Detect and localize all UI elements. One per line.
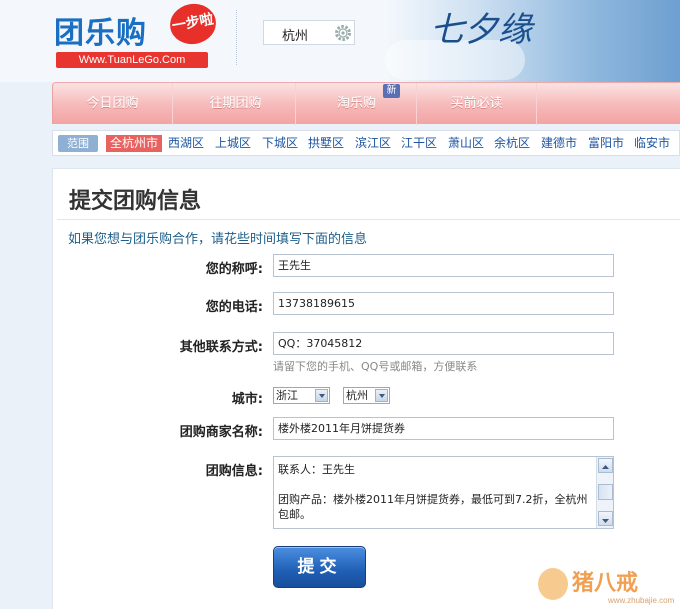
merchant-label: 团购商家名称: [179, 425, 263, 440]
logo-text: 团乐购 [54, 16, 147, 51]
name-field[interactable]: 王先生 [273, 254, 614, 277]
district-item[interactable]: 西湖区 [168, 135, 204, 152]
district-item[interactable]: 滨江区 [355, 135, 391, 152]
city-switcher[interactable]: 杭州 [263, 20, 355, 45]
district-item[interactable]: 江干区 [401, 135, 437, 152]
info-label: 团购信息: [205, 464, 263, 479]
group-buy-info-textarea[interactable]: 联系人：王先生 团购产品：楼外楼2011年月饼提货券，最低可到7.2折，全杭州包… [273, 456, 614, 529]
title-divider [57, 219, 680, 220]
district-item[interactable]: 萧山区 [448, 135, 484, 152]
district-item[interactable]: 余杭区 [494, 135, 530, 152]
district-item[interactable]: 拱墅区 [308, 135, 344, 152]
banner-title: 七夕缘 [430, 10, 532, 50]
pig-mascot-icon [538, 568, 568, 600]
chevron-down-icon [375, 389, 388, 402]
nav-item-guide[interactable]: 买前必读 [417, 83, 537, 125]
name-label: 您的称呼: [205, 262, 263, 277]
city-select-value: 杭州 [346, 389, 368, 402]
watermark-url: www.zhubajie.com [608, 596, 675, 605]
nav-item-today[interactable]: 今日团购 [53, 83, 173, 125]
district-item[interactable]: 下城区 [262, 135, 298, 152]
header-divider [236, 10, 237, 65]
site-header: 团乐购 一步啦 Www.TuanLeGo.Com 杭州 七夕缘 [0, 0, 680, 82]
submit-form-panel: 提交团购信息 如果您想与团乐购合作，请花些时间填写下面的信息 您的称呼: 王先生… [52, 168, 680, 609]
main-nav: 今日团购 往期团购 淘乐购 新 买前必读 [52, 82, 680, 125]
district-item[interactable]: 上城区 [215, 135, 251, 152]
info-line-product: 团购产品：楼外楼2011年月饼提货券，最低可到7.2折，全杭州包邮。 [278, 493, 588, 521]
submit-button[interactable]: 提交 [273, 546, 366, 588]
province-select[interactable]: 浙江 [273, 387, 330, 404]
logo-url: Www.TuanLeGo.Com [56, 52, 208, 68]
site-logo[interactable]: 团乐购 一步啦 Www.TuanLeGo.Com [52, 0, 220, 68]
logo-badge: 一步啦 [166, 0, 220, 48]
contact-label: 其他联系方式: [179, 340, 263, 355]
city-label: 城市: [231, 392, 263, 407]
contact-field[interactable]: QQ：37045812 [273, 332, 614, 355]
info-line-contact: 联系人：王先生 [278, 463, 355, 476]
phone-label: 您的电话: [205, 300, 263, 315]
scrollbar-thumb[interactable] [598, 484, 613, 500]
district-item-all[interactable]: 全杭州市 [106, 135, 163, 152]
new-badge: 新 [383, 84, 400, 98]
city-select[interactable]: 杭州 [343, 387, 390, 404]
chevron-down-icon [315, 389, 328, 402]
province-select-value: 浙江 [276, 389, 298, 402]
site-watermark: 猪八戒 www.zhubajie.com [538, 562, 680, 609]
watermark-text: 猪八戒 [572, 570, 639, 596]
textarea-scrollbar[interactable] [596, 457, 613, 528]
scroll-up-icon[interactable] [598, 458, 613, 473]
contact-hint: 请留下您的手机、QQ号或邮箱，方便联系 [273, 360, 478, 373]
district-range-label: 范围 [58, 135, 98, 152]
phone-field[interactable]: 13738189615 [273, 292, 614, 315]
nav-item-past[interactable]: 往期团购 [176, 83, 296, 125]
page-title: 提交团购信息 [69, 189, 202, 214]
district-item[interactable]: 临安市 [634, 135, 670, 152]
district-item[interactable]: 富阳市 [588, 135, 624, 152]
header-banner: 七夕缘 [385, 0, 680, 82]
district-item[interactable]: 建德市 [541, 135, 577, 152]
merchant-name-field[interactable]: 楼外楼2011年月饼提货券 [273, 417, 614, 440]
district-filter-bar: 范围 全杭州市 西湖区 上城区 下城区 拱墅区 滨江区 江干区 萧山区 余杭区 … [52, 130, 680, 156]
current-city: 杭州 [282, 29, 309, 44]
form-intro: 如果您想与团乐购合作，请花些时间填写下面的信息 [68, 232, 368, 247]
gear-icon[interactable] [334, 24, 352, 42]
scroll-down-icon[interactable] [598, 511, 613, 526]
